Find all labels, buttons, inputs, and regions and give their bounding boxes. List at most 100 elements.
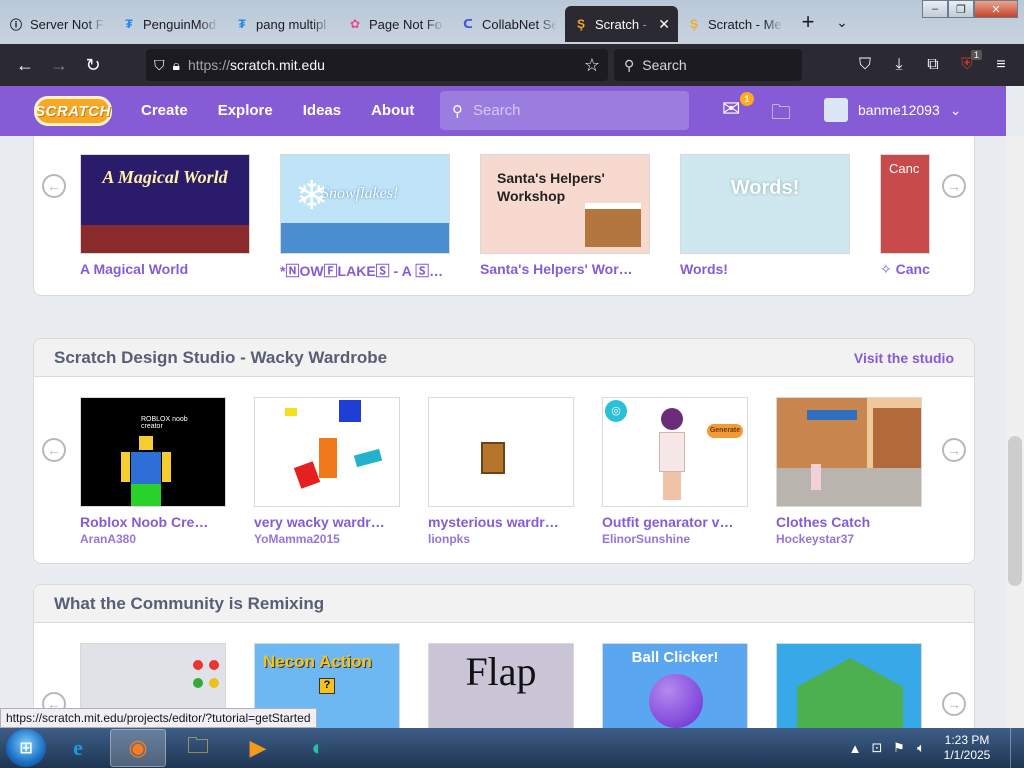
- carousel-next-arrow-icon[interactable]: →: [942, 174, 966, 198]
- project-card[interactable]: ◎ Generate Outfit genarator v… ElinorSun…: [602, 397, 748, 546]
- firefox-icon[interactable]: ◉: [110, 729, 166, 767]
- minimize-button[interactable]: –: [922, 0, 948, 18]
- network-icon[interactable]: ⊡: [866, 740, 888, 756]
- project-author[interactable]: ElinorSunshine: [602, 532, 748, 546]
- studio-thumbnail[interactable]: A Magical World: [80, 154, 250, 254]
- back-button[interactable]: ←: [8, 48, 42, 82]
- studio-thumbnail[interactable]: Canc: [880, 154, 930, 254]
- studio-card[interactable]: A Magical World A Magical World: [80, 154, 250, 277]
- nav-about[interactable]: About: [356, 86, 429, 136]
- project-author[interactable]: AranA380: [80, 532, 226, 546]
- account-menu[interactable]: banme12093 ⌄: [824, 98, 961, 122]
- list-all-tabs-icon[interactable]: ⌄: [825, 5, 859, 39]
- studio-thumbnail[interactable]: Snowflakes! ❄: [280, 154, 450, 254]
- project-thumbnail[interactable]: [776, 643, 922, 728]
- thumbnail-caption: Canc: [889, 161, 920, 176]
- project-title[interactable]: very wacky wardr…: [254, 514, 400, 530]
- project-card[interactable]: Flap: [428, 643, 574, 728]
- studio-card[interactable]: Canc ✧ Canc: [880, 154, 930, 278]
- carousel-next-arrow-icon[interactable]: →: [942, 438, 966, 462]
- studio-card[interactable]: Snowflakes! ❄ *🄽OW🄵LAKE🅂 - A 🅂T…: [280, 154, 450, 281]
- scratch-search-box[interactable]: ⚲: [440, 91, 689, 130]
- clock[interactable]: 1:23 PM 1/1/2025: [932, 733, 1002, 763]
- tab-scratch-messages[interactable]: Ş Scratch - Me: [678, 6, 791, 42]
- project-thumbnail[interactable]: ◎ Generate: [602, 397, 748, 507]
- url-bar[interactable]: ⛉ 🔒︎ https://scratch.mit.edu ☆: [146, 49, 608, 81]
- project-title[interactable]: Roblox Noob Cre…: [80, 514, 226, 530]
- project-card[interactable]: Ball Clicker!: [602, 643, 748, 728]
- media-player-icon[interactable]: ▶: [230, 729, 286, 767]
- lock-icon[interactable]: 🔒︎: [173, 57, 180, 74]
- show-hidden-icons-icon[interactable]: ▲: [844, 741, 866, 756]
- studio-title[interactable]: *🄽OW🄵LAKE🅂 - A 🅂T…: [280, 261, 450, 281]
- edge-icon[interactable]: ◐: [290, 729, 346, 767]
- project-thumbnail[interactable]: [428, 397, 574, 507]
- downloads-icon[interactable]: ⤓: [882, 48, 916, 82]
- project-thumbnail[interactable]: Flap: [428, 643, 574, 728]
- clothing-shape: [339, 400, 361, 422]
- internet-explorer-icon[interactable]: e: [50, 729, 106, 767]
- windows-taskbar: ⊞ e ◉ 🗀 ▶ ◐ ▲ ⊡ ⚑ 🔈︎ 1:23 PM 1/1/2025: [0, 728, 1024, 768]
- pocket-icon[interactable]: ⛉: [848, 48, 882, 82]
- scratch-search-input[interactable]: [473, 102, 653, 119]
- scratch-logo[interactable]: SCRATCH: [34, 96, 112, 126]
- project-thumbnail[interactable]: [254, 397, 400, 507]
- volume-muted-icon[interactable]: 🔈︎: [910, 740, 932, 756]
- tab-pang-multiplayer[interactable]: ₮ pang multipl: [226, 6, 339, 42]
- studio-title[interactable]: A Magical World: [80, 261, 250, 277]
- close-window-button[interactable]: ✕: [974, 0, 1018, 18]
- tab-page-not-found[interactable]: ✿ Page Not Fo: [339, 6, 452, 42]
- bookmark-star-icon[interactable]: ☆: [584, 55, 600, 76]
- carousel-prev-arrow-icon[interactable]: ←: [42, 438, 66, 462]
- tab-collabnet[interactable]: ᑕ CollabNet Se: [452, 6, 565, 42]
- project-author[interactable]: lionpks: [428, 532, 574, 546]
- carousel-prev-arrow-icon[interactable]: ←: [42, 174, 66, 198]
- shield-icon[interactable]: ⛉: [154, 57, 165, 74]
- studio-title[interactable]: ✧ Canc: [880, 261, 930, 278]
- forward-button[interactable]: →: [42, 48, 76, 82]
- action-center-flag-icon[interactable]: ⚑: [888, 740, 910, 756]
- studio-title[interactable]: Santa's Helpers' Wor…: [480, 261, 650, 277]
- project-title[interactable]: Outfit genarator v…: [602, 514, 748, 530]
- tab-server-not-found[interactable]: ⓘ Server Not Fo: [0, 6, 113, 42]
- visit-studio-link[interactable]: Visit the studio: [854, 350, 954, 366]
- tab-scratch-active[interactable]: Ş Scratch - I ✕: [565, 6, 678, 42]
- tab-penguinmod[interactable]: ₮ PenguinMod: [113, 6, 226, 42]
- maximize-button[interactable]: ❐: [948, 0, 974, 18]
- studio-card[interactable]: Santa's Helpers' Workshop Santa's Helper…: [480, 154, 650, 277]
- project-title[interactable]: mysterious wardr…: [428, 514, 574, 530]
- project-thumbnail[interactable]: [776, 397, 922, 507]
- scrollbar-thumb[interactable]: [1008, 436, 1022, 586]
- close-tab-icon[interactable]: ✕: [658, 16, 670, 33]
- studio-card[interactable]: Words! Words!: [680, 154, 850, 277]
- browser-search-box[interactable]: ⚲ Search: [614, 49, 802, 81]
- project-card[interactable]: very wacky wardr… YoMamma2015: [254, 397, 400, 546]
- messages-icon[interactable]: ✉ 1: [722, 92, 754, 120]
- project-author[interactable]: YoMamma2015: [254, 532, 400, 546]
- my-stuff-folder-icon[interactable]: 🗀: [771, 98, 791, 132]
- menu-icon[interactable]: ≡: [984, 48, 1018, 82]
- show-desktop-button[interactable]: [1010, 728, 1024, 768]
- studio-thumbnail[interactable]: Santa's Helpers' Workshop: [480, 154, 650, 254]
- nav-ideas[interactable]: Ideas: [288, 86, 356, 136]
- carousel-next-arrow-icon[interactable]: →: [942, 692, 966, 716]
- page-scrollbar[interactable]: [1006, 136, 1024, 728]
- nav-explore[interactable]: Explore: [203, 86, 288, 136]
- project-card[interactable]: [776, 643, 922, 728]
- studio-title[interactable]: Words!: [680, 261, 850, 277]
- nav-create[interactable]: Create: [126, 86, 203, 136]
- project-title[interactable]: Clothes Catch: [776, 514, 922, 530]
- start-button[interactable]: ⊞: [6, 729, 46, 767]
- folder-icon[interactable]: 🗀: [170, 729, 226, 767]
- studio-thumbnail[interactable]: Words!: [680, 154, 850, 254]
- new-tab-button[interactable]: +: [791, 5, 825, 39]
- ublock-icon[interactable]: ⛨ 1: [950, 48, 984, 82]
- project-author[interactable]: Hockeystar37: [776, 532, 922, 546]
- project-card[interactable]: mysterious wardr… lionpks: [428, 397, 574, 546]
- project-card[interactable]: ROBLOX noob creator Roblox Noob Cre… Ara…: [80, 397, 226, 546]
- extensions-icon[interactable]: ⧉: [916, 48, 950, 82]
- project-card[interactable]: Clothes Catch Hockeystar37: [776, 397, 922, 546]
- reload-button[interactable]: ↻: [76, 48, 110, 82]
- project-thumbnail[interactable]: ROBLOX noob creator: [80, 397, 226, 507]
- project-thumbnail[interactable]: Ball Clicker!: [602, 643, 748, 728]
